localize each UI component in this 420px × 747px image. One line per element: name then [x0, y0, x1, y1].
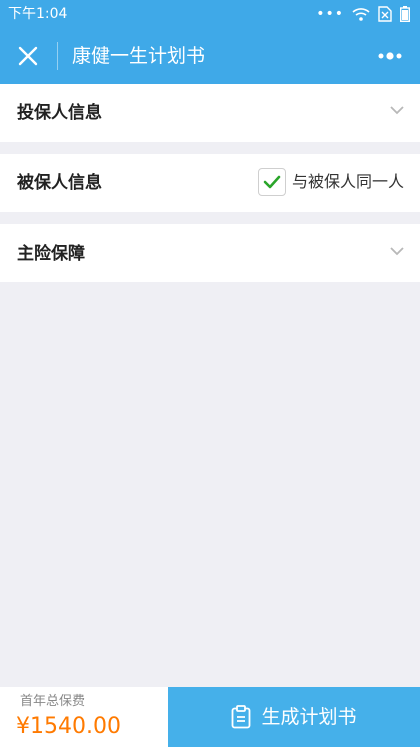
close-icon: [18, 46, 38, 66]
applicant-info-section[interactable]: 投保人信息: [0, 84, 420, 142]
chevron-down-icon[interactable]: [390, 106, 404, 115]
nav-bar: 康健一生计划书: [0, 28, 420, 84]
nav-divider: [57, 42, 58, 70]
status-bar: 下午1:04 •••: [0, 0, 420, 28]
status-icons: •••: [316, 6, 410, 22]
footer-bar: 首年总保费 ¥1540.00 生成计划书: [0, 687, 420, 747]
premium-label: 首年总保费: [20, 694, 86, 709]
wifi-icon: [352, 8, 370, 21]
more-button[interactable]: [370, 38, 410, 74]
same-person-label: 与被保人同一人: [291, 172, 404, 191]
more-dots-icon: [378, 52, 402, 60]
battery-icon: [400, 6, 410, 22]
insured-info-title: 被保人信息: [17, 173, 102, 193]
insured-info-section: 被保人信息 与被保人同一人: [0, 154, 420, 212]
applicant-info-title: 投保人信息: [17, 103, 102, 123]
chevron-down-icon[interactable]: [390, 247, 404, 256]
generate-plan-label: 生成计划书: [261, 706, 357, 728]
status-time: 下午1:04: [8, 6, 68, 22]
main-coverage-section[interactable]: 主险保障: [0, 224, 420, 282]
no-sim-icon: [378, 6, 392, 22]
same-person-checkbox[interactable]: [257, 168, 286, 196]
generate-plan-button[interactable]: 生成计划书: [168, 687, 420, 747]
main-coverage-title: 主险保障: [17, 244, 85, 264]
same-person-toggle[interactable]: 与被保人同一人: [257, 168, 404, 196]
clipboard-icon: [232, 705, 251, 729]
page-title: 康健一生计划书: [72, 45, 206, 67]
checkmark-icon: [263, 175, 281, 189]
signal-dots-icon: •••: [316, 6, 344, 22]
close-button[interactable]: [8, 36, 48, 76]
premium-value: ¥1540.00: [16, 714, 121, 739]
